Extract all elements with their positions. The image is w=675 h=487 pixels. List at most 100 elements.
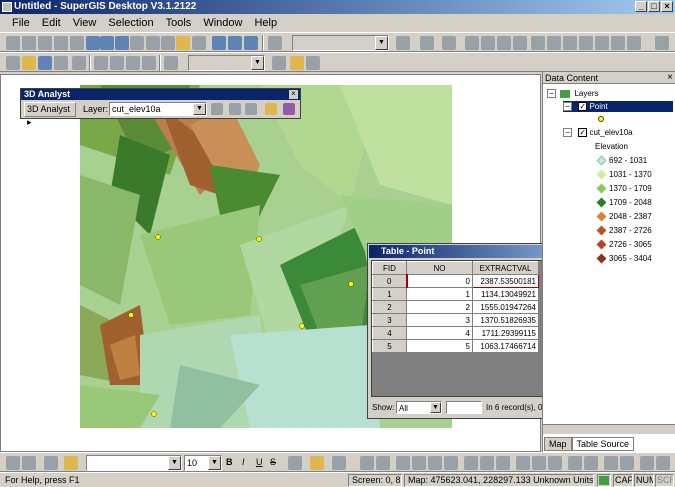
find-icon[interactable] bbox=[176, 36, 190, 50]
column-header[interactable]: FID bbox=[372, 261, 407, 275]
menu-window[interactable]: Window bbox=[197, 17, 248, 29]
column-header[interactable]: EXTRACTVAL bbox=[472, 261, 539, 275]
overview-icon[interactable] bbox=[228, 36, 242, 50]
paste-icon[interactable] bbox=[126, 56, 140, 70]
point-marker[interactable] bbox=[299, 323, 305, 329]
same-size-icon[interactable] bbox=[656, 456, 670, 470]
column-header[interactable]: NO bbox=[406, 261, 473, 275]
size-icon[interactable] bbox=[640, 456, 654, 470]
intersect-icon[interactable] bbox=[579, 36, 593, 50]
cut-tool-icon[interactable] bbox=[497, 36, 511, 50]
profile-icon[interactable] bbox=[245, 103, 257, 115]
data-content-close-icon[interactable]: × bbox=[667, 72, 673, 84]
table-row[interactable]: 0 0 2387.53500181 bbox=[372, 274, 539, 288]
point-layer-node[interactable]: − ✓ Point bbox=[563, 101, 673, 112]
ellipse-tool-icon[interactable] bbox=[547, 36, 561, 50]
3d-analyst-close-button[interactable]: × bbox=[289, 90, 298, 99]
full-extent-icon[interactable] bbox=[86, 36, 100, 50]
select-element-icon[interactable] bbox=[6, 456, 20, 470]
tab-map[interactable]: Map bbox=[544, 437, 572, 451]
point-marker[interactable] bbox=[256, 236, 262, 242]
distribute-h-icon[interactable] bbox=[568, 456, 582, 470]
tab-table-source[interactable]: Table Source bbox=[571, 437, 635, 451]
minimize-button[interactable]: _ bbox=[635, 1, 647, 12]
zoom-out-icon[interactable] bbox=[22, 36, 36, 50]
collapse-icon[interactable]: − bbox=[563, 102, 572, 112]
globe-icon[interactable] bbox=[265, 103, 277, 115]
close-button[interactable]: × bbox=[661, 1, 673, 12]
layout-icon[interactable] bbox=[212, 36, 226, 50]
save-icon[interactable] bbox=[38, 56, 52, 70]
select-icon[interactable] bbox=[146, 36, 160, 50]
send-backward-icon[interactable] bbox=[444, 456, 458, 470]
bring-forward-icon[interactable] bbox=[428, 456, 442, 470]
cut-icon[interactable] bbox=[94, 56, 108, 70]
underline-button[interactable]: U bbox=[256, 457, 263, 467]
layer-select[interactable]: cut_elev10a ▼ bbox=[109, 102, 207, 116]
split-icon[interactable] bbox=[611, 36, 625, 50]
vertex-tool-icon[interactable] bbox=[481, 36, 495, 50]
catalog-icon[interactable] bbox=[272, 56, 286, 70]
send-back-icon[interactable] bbox=[412, 456, 426, 470]
maximize-button[interactable]: □ bbox=[648, 1, 660, 12]
strikethrough-button[interactable]: S bbox=[270, 457, 276, 467]
layers-node[interactable]: − Layers bbox=[547, 88, 598, 99]
magnifier-icon[interactable] bbox=[244, 36, 258, 50]
buffer-icon[interactable] bbox=[627, 36, 641, 50]
font-color-icon[interactable] bbox=[332, 456, 346, 470]
fill-color-icon[interactable] bbox=[288, 456, 302, 470]
edit-target-select[interactable]: ▼ bbox=[292, 35, 389, 51]
collapse-icon[interactable]: − bbox=[563, 128, 572, 138]
measure-icon[interactable] bbox=[161, 36, 175, 50]
text-tool-icon[interactable] bbox=[44, 456, 58, 470]
align-bottom-icon[interactable] bbox=[548, 456, 562, 470]
circle-tool-icon[interactable] bbox=[513, 36, 527, 50]
undo-icon[interactable] bbox=[164, 56, 178, 70]
union-icon[interactable] bbox=[563, 36, 577, 50]
align-center-icon[interactable] bbox=[480, 456, 494, 470]
point-layer-checkbox[interactable]: ✓ bbox=[578, 102, 588, 112]
identify-icon[interactable] bbox=[130, 36, 144, 50]
align-middle-icon[interactable] bbox=[532, 456, 546, 470]
raster-layer-node[interactable]: − ✓ cut_elev10a bbox=[563, 127, 633, 138]
table-row[interactable]: 1 1 1134.13049921 bbox=[372, 287, 539, 301]
menu-help[interactable]: Help bbox=[248, 17, 283, 29]
distribute-v-icon[interactable] bbox=[584, 456, 598, 470]
3d-analyst-toolbar[interactable]: 3D Analyst × 3D Analyst ▸ Layer: cut_ele… bbox=[20, 88, 301, 127]
rotate-icon[interactable] bbox=[604, 456, 618, 470]
point-marker[interactable] bbox=[151, 411, 157, 417]
line-color-icon[interactable] bbox=[310, 456, 324, 470]
point-marker[interactable] bbox=[348, 281, 354, 287]
pan-icon[interactable] bbox=[38, 36, 52, 50]
back-icon[interactable] bbox=[100, 36, 114, 50]
point-marker[interactable] bbox=[155, 234, 161, 240]
edit-tool-icon[interactable] bbox=[396, 36, 410, 50]
bring-front-icon[interactable] bbox=[396, 456, 410, 470]
menu-edit[interactable]: Edit bbox=[36, 17, 67, 29]
3d-view-icon[interactable] bbox=[283, 103, 295, 115]
3d-analyst-menu[interactable]: 3D Analyst ▸ bbox=[24, 102, 76, 127]
collapse-icon[interactable]: − bbox=[547, 89, 556, 99]
align-right-icon[interactable] bbox=[496, 456, 510, 470]
italic-button[interactable]: I bbox=[242, 457, 245, 467]
attributes-icon[interactable] bbox=[655, 36, 669, 50]
scale-select[interactable]: ▼ bbox=[188, 55, 265, 71]
line-tool-icon[interactable] bbox=[465, 36, 479, 50]
sketch-tool-icon[interactable] bbox=[420, 36, 434, 50]
whats-this-icon[interactable] bbox=[306, 56, 320, 70]
align-top-icon[interactable] bbox=[516, 456, 530, 470]
task-icon[interactable] bbox=[442, 36, 456, 50]
fixed-zoom-icon[interactable] bbox=[54, 36, 68, 50]
group-icon[interactable] bbox=[360, 456, 374, 470]
table-row[interactable]: 3 3 1370.51826935 bbox=[372, 313, 539, 327]
align-left-icon[interactable] bbox=[464, 456, 478, 470]
help-icon[interactable] bbox=[290, 56, 304, 70]
record-number-input[interactable] bbox=[446, 401, 482, 414]
menu-file[interactable]: File bbox=[6, 17, 36, 29]
zoom-in-icon[interactable] bbox=[6, 36, 20, 50]
font-name-select[interactable]: ▼ bbox=[86, 455, 182, 471]
histogram-icon[interactable] bbox=[211, 103, 223, 115]
table-row[interactable]: 4 4 1711.29399115 bbox=[372, 326, 539, 340]
font-size-select[interactable]: 10 ▼ bbox=[184, 455, 222, 471]
edit-toolbar-icon[interactable] bbox=[268, 36, 282, 50]
